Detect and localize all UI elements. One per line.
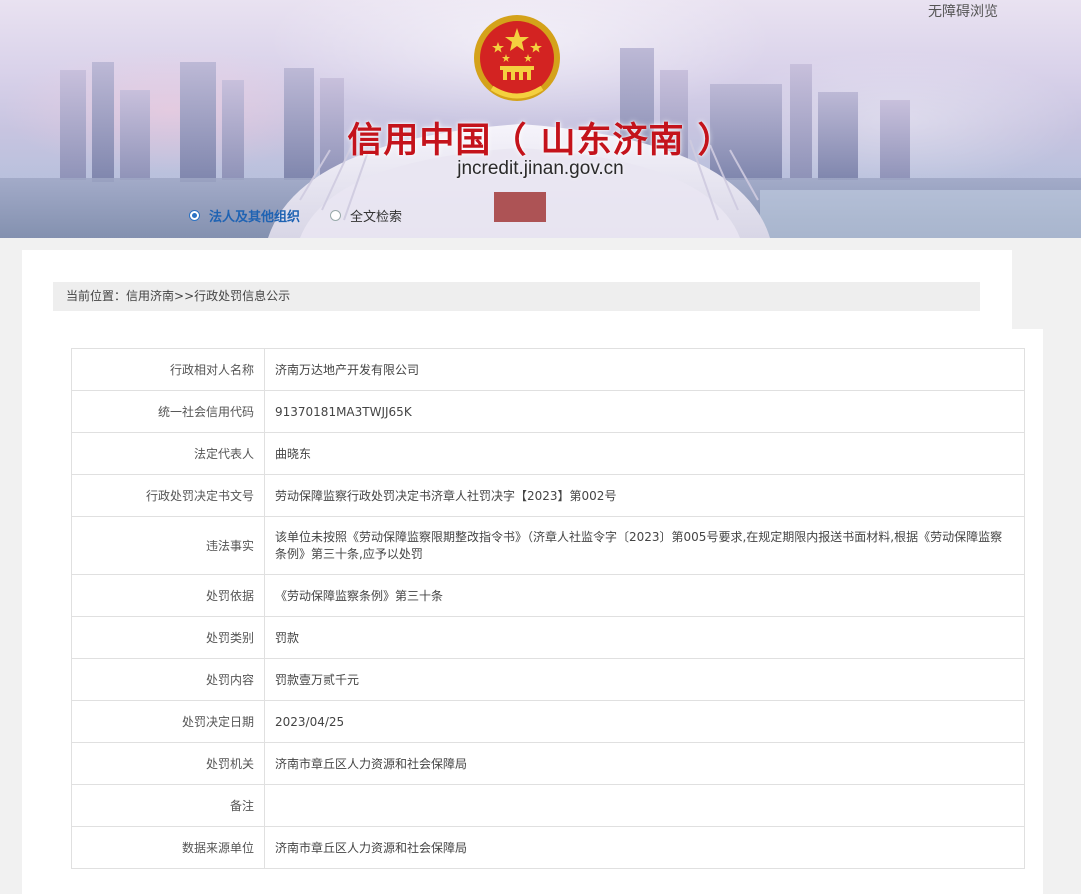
row-label: 处罚类别 bbox=[71, 616, 265, 659]
breadcrumb: 当前位置：信用济南>>行政处罚信息公示 bbox=[53, 282, 980, 311]
breadcrumb-separator: >> bbox=[174, 289, 195, 303]
search-option-label: 全文检索 bbox=[350, 210, 403, 225]
row-label: 行政处罚决定书文号 bbox=[71, 474, 265, 517]
accessibility-link[interactable]: 无障碍浏览 bbox=[928, 1, 998, 21]
radio-unchecked-icon[interactable] bbox=[330, 210, 342, 221]
row-value: 济南市章丘区人力资源和社会保障局 bbox=[264, 742, 1025, 785]
penalty-detail-table: 行政相对人名称 济南万达地产开发有限公司 统一社会信用代码 91370181MA… bbox=[71, 348, 1025, 869]
row-label: 备注 bbox=[71, 784, 265, 827]
breadcrumb-home-link[interactable]: 信用济南 bbox=[126, 289, 174, 303]
site-title: 信用中国（ 山东济南 ） bbox=[347, 121, 734, 161]
row-value: 《劳动保障监察条例》第三十条 bbox=[264, 574, 1025, 617]
row-value: 91370181MA3TWJJ65K bbox=[264, 390, 1025, 433]
row-label: 法定代表人 bbox=[71, 432, 265, 475]
table-row: 备注 bbox=[71, 784, 1025, 827]
search-type-options: 法人及其他组织 全文检索 bbox=[189, 206, 402, 225]
row-value: 该单位未按照《劳动保障监察限期整改指令书》（济章人社监令字〔2023〕第005号… bbox=[264, 516, 1025, 575]
row-label: 行政相对人名称 bbox=[71, 348, 265, 391]
table-row: 处罚内容 罚款壹万贰千元 bbox=[71, 658, 1025, 701]
row-label: 数据来源单位 bbox=[71, 826, 265, 869]
breadcrumb-current: 行政处罚信息公示 bbox=[194, 289, 291, 303]
row-value: 曲晓东 bbox=[264, 432, 1025, 475]
row-value: 2023/04/25 bbox=[264, 700, 1025, 743]
site-url: jncredit.jinan.gov.cn bbox=[457, 158, 624, 179]
table-row: 数据来源单位 济南市章丘区人力资源和社会保障局 bbox=[71, 826, 1025, 869]
search-option-fulltext[interactable]: 全文检索 bbox=[330, 206, 402, 225]
row-value bbox=[264, 784, 1025, 827]
header-banner: 信用中国（ 山东济南 ） jncredit.jinan.gov.cn 无障碍浏览… bbox=[0, 0, 1081, 238]
table-row: 处罚机关 济南市章丘区人力资源和社会保障局 bbox=[71, 742, 1025, 785]
national-emblem-icon bbox=[474, 15, 560, 101]
table-row: 处罚依据 《劳动保障监察条例》第三十条 bbox=[71, 574, 1025, 617]
table-row: 处罚决定日期 2023/04/25 bbox=[71, 700, 1025, 743]
row-label: 处罚依据 bbox=[71, 574, 265, 617]
table-row: 处罚类别 罚款 bbox=[71, 616, 1025, 659]
row-value: 济南万达地产开发有限公司 bbox=[264, 348, 1025, 391]
table-row: 法定代表人 曲晓东 bbox=[71, 432, 1025, 475]
table-row: 违法事实 该单位未按照《劳动保障监察限期整改指令书》（济章人社监令字〔2023〕… bbox=[71, 516, 1025, 575]
row-value: 劳动保障监察行政处罚决定书济章人社罚决字【2023】第002号 bbox=[264, 474, 1025, 517]
row-value: 罚款 bbox=[264, 616, 1025, 659]
radio-checked-icon[interactable] bbox=[189, 210, 200, 221]
row-label: 处罚内容 bbox=[71, 658, 265, 701]
row-value: 罚款壹万贰千元 bbox=[264, 658, 1025, 701]
row-label: 违法事实 bbox=[71, 516, 265, 575]
table-row: 行政相对人名称 济南万达地产开发有限公司 bbox=[71, 348, 1025, 391]
search-option-legal-entity[interactable]: 法人及其他组织 bbox=[189, 206, 300, 225]
row-value: 济南市章丘区人力资源和社会保障局 bbox=[264, 826, 1025, 869]
table-row: 统一社会信用代码 91370181MA3TWJJ65K bbox=[71, 390, 1025, 433]
row-label: 处罚决定日期 bbox=[71, 700, 265, 743]
row-label: 处罚机关 bbox=[71, 742, 265, 785]
row-label: 统一社会信用代码 bbox=[71, 390, 265, 433]
breadcrumb-prefix: 当前位置： bbox=[66, 289, 127, 303]
table-row: 行政处罚决定书文号 劳动保障监察行政处罚决定书济章人社罚决字【2023】第002… bbox=[71, 474, 1025, 517]
search-option-label: 法人及其他组织 bbox=[209, 210, 301, 225]
